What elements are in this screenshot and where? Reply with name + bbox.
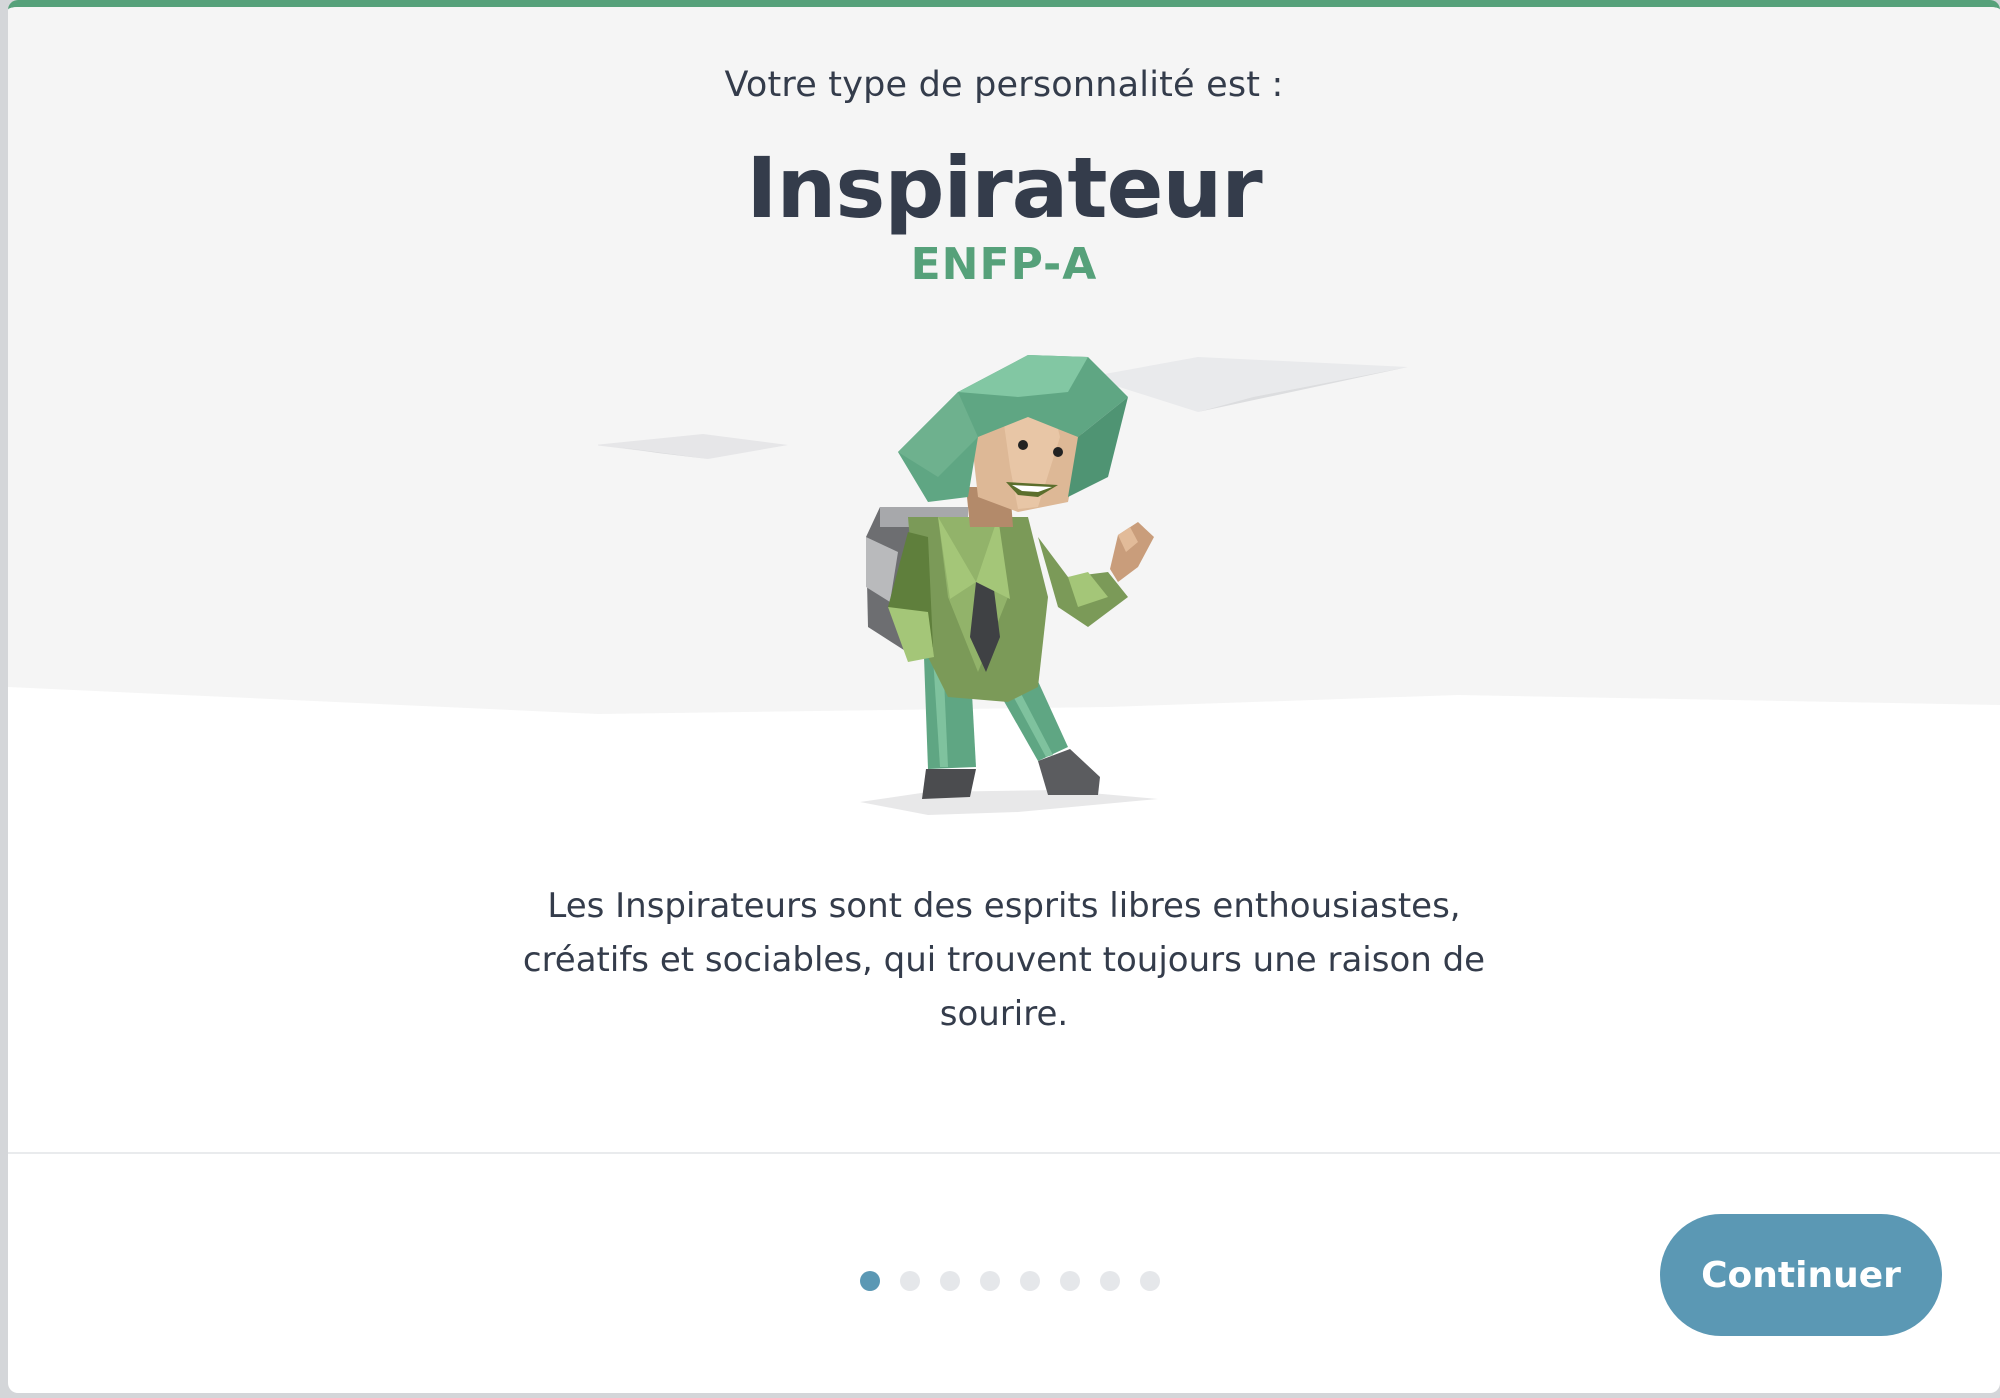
pager-dot[interactable] xyxy=(940,1271,960,1291)
continue-button[interactable]: Continuer xyxy=(1660,1214,1942,1336)
pager-dot[interactable] xyxy=(980,1271,1000,1291)
personality-description: Les Inspirateurs sont des esprits libres… xyxy=(522,886,1486,1034)
pager-dot[interactable] xyxy=(1020,1271,1040,1291)
pager-dot[interactable] xyxy=(1140,1271,1160,1291)
pager-dot[interactable] xyxy=(860,1271,880,1291)
result-intro-text: Votre type de personnalité est : xyxy=(724,65,1284,105)
personality-result-modal: Votre type de personnalité est : Inspira… xyxy=(8,0,2000,1393)
step-pager xyxy=(860,1271,1160,1291)
personality-type-name: Inspirateur xyxy=(746,139,1262,237)
explorer-character-icon xyxy=(598,355,1408,815)
pager-dot[interactable] xyxy=(1100,1271,1120,1291)
footer-divider xyxy=(8,1152,2000,1154)
personality-type-code: ENFP-A xyxy=(910,239,1098,290)
pager-dot[interactable] xyxy=(1060,1271,1080,1291)
pager-dot[interactable] xyxy=(900,1271,920,1291)
